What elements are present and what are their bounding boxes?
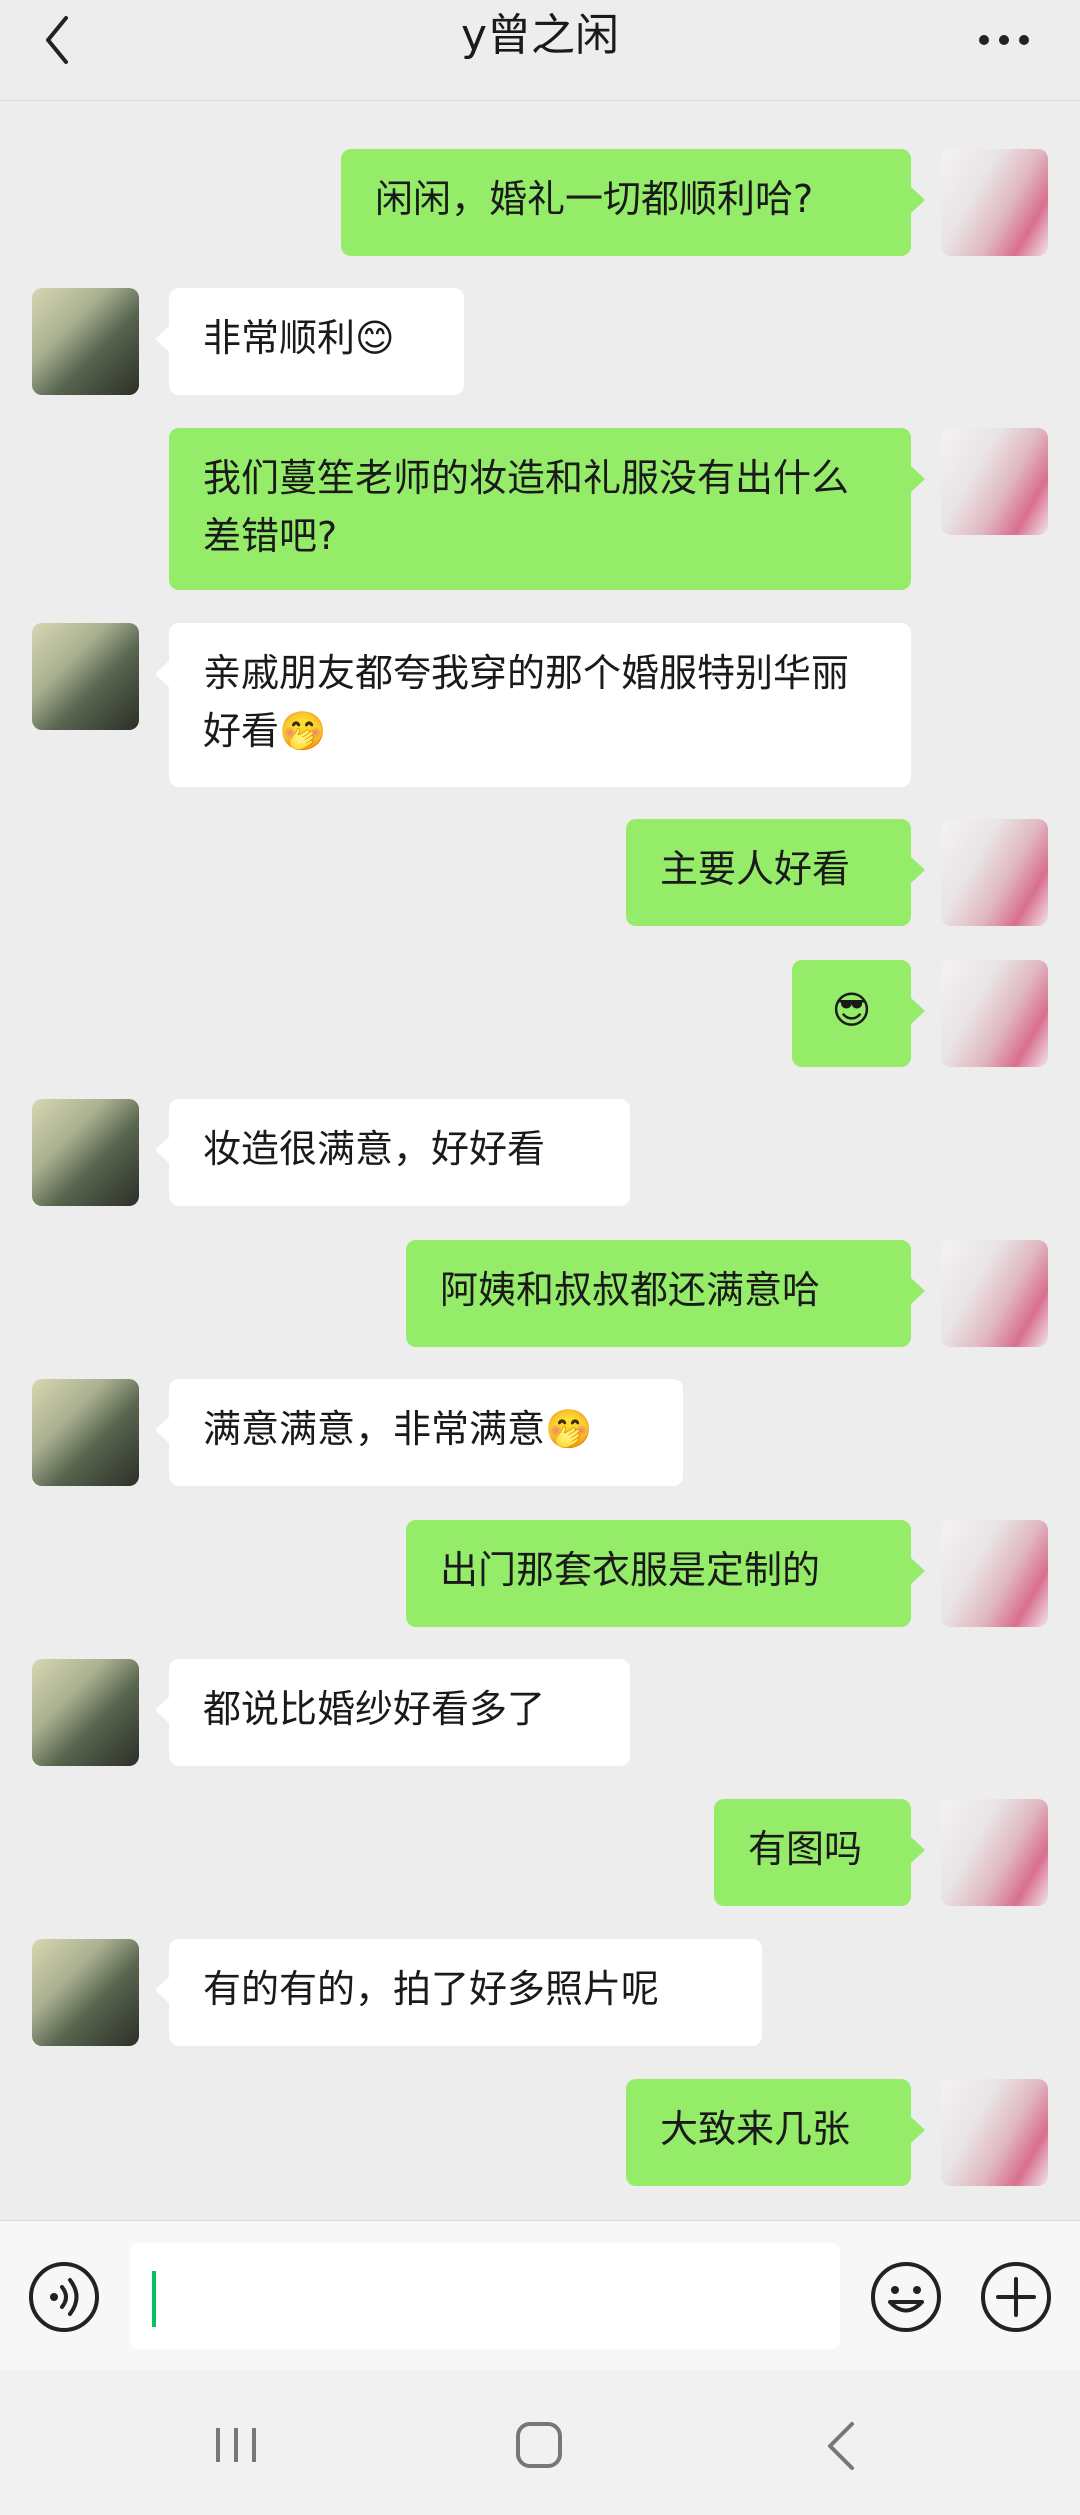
contact-avatar[interactable] xyxy=(32,1659,139,1766)
received-message[interactable]: 非常顺利😊 xyxy=(155,288,464,395)
chat-title: y曾之闲 xyxy=(460,10,620,61)
recent-apps-icon[interactable] xyxy=(196,2410,276,2480)
sent-message[interactable]: 大致来几张 xyxy=(626,2079,925,2186)
emoji-icon[interactable] xyxy=(870,2261,942,2333)
contact-avatar[interactable] xyxy=(32,623,139,730)
chat-header: y曾之闲 xyxy=(0,0,1080,101)
more-dots-icon[interactable] xyxy=(976,12,1032,68)
my-avatar[interactable] xyxy=(941,960,1048,1067)
voice-icon[interactable] xyxy=(28,2261,100,2333)
received-message[interactable]: 满意满意，非常满意🤭 xyxy=(155,1379,683,1486)
my-avatar[interactable] xyxy=(941,1799,1048,1906)
message-list[interactable]: 闲闲，婚礼一切都顺利哈? 非常顺利😊 我们蔓笙老师的妆造和礼服没有出什么差错吧?… xyxy=(0,100,1080,2220)
my-avatar[interactable] xyxy=(941,428,1048,535)
sent-message[interactable]: 闲闲，婚礼一切都顺利哈? xyxy=(341,149,925,256)
home-icon[interactable] xyxy=(498,2410,578,2480)
contact-avatar[interactable] xyxy=(32,1379,139,1486)
my-avatar[interactable] xyxy=(941,2079,1048,2186)
my-avatar[interactable] xyxy=(941,1240,1048,1347)
received-message[interactable]: 有的有的，拍了好多照片呢 xyxy=(155,1939,762,2046)
system-nav-bar xyxy=(0,2370,1080,2515)
contact-avatar[interactable] xyxy=(32,288,139,395)
input-bar xyxy=(0,2220,1080,2371)
received-message[interactable]: 亲戚朋友都夸我穿的那个婚服特别华丽好看🤭 xyxy=(155,623,911,787)
sent-message[interactable]: 主要人好看 xyxy=(626,819,925,926)
contact-avatar[interactable] xyxy=(32,1939,139,2046)
received-message[interactable]: 妆造很满意，好好看 xyxy=(155,1099,630,1206)
sent-message[interactable]: 阿姨和叔叔都还满意哈 xyxy=(406,1240,925,1347)
plus-icon[interactable] xyxy=(980,2261,1052,2333)
sent-message[interactable]: 我们蔓笙老师的妆造和礼服没有出什么差错吧? xyxy=(169,428,925,590)
received-message[interactable]: 都说比婚纱好看多了 xyxy=(155,1659,630,1766)
my-avatar[interactable] xyxy=(941,1520,1048,1627)
sent-message[interactable]: 出门那套衣服是定制的 xyxy=(406,1520,925,1627)
back-nav-icon[interactable] xyxy=(800,2410,880,2480)
contact-avatar[interactable] xyxy=(32,1099,139,1206)
message-input[interactable] xyxy=(130,2243,840,2349)
my-avatar[interactable] xyxy=(941,149,1048,256)
text-caret xyxy=(152,2271,156,2327)
sent-emoji-message[interactable]: 😎 xyxy=(792,960,925,1067)
my-avatar[interactable] xyxy=(941,819,1048,926)
sent-message[interactable]: 有图吗 xyxy=(714,1799,925,1906)
